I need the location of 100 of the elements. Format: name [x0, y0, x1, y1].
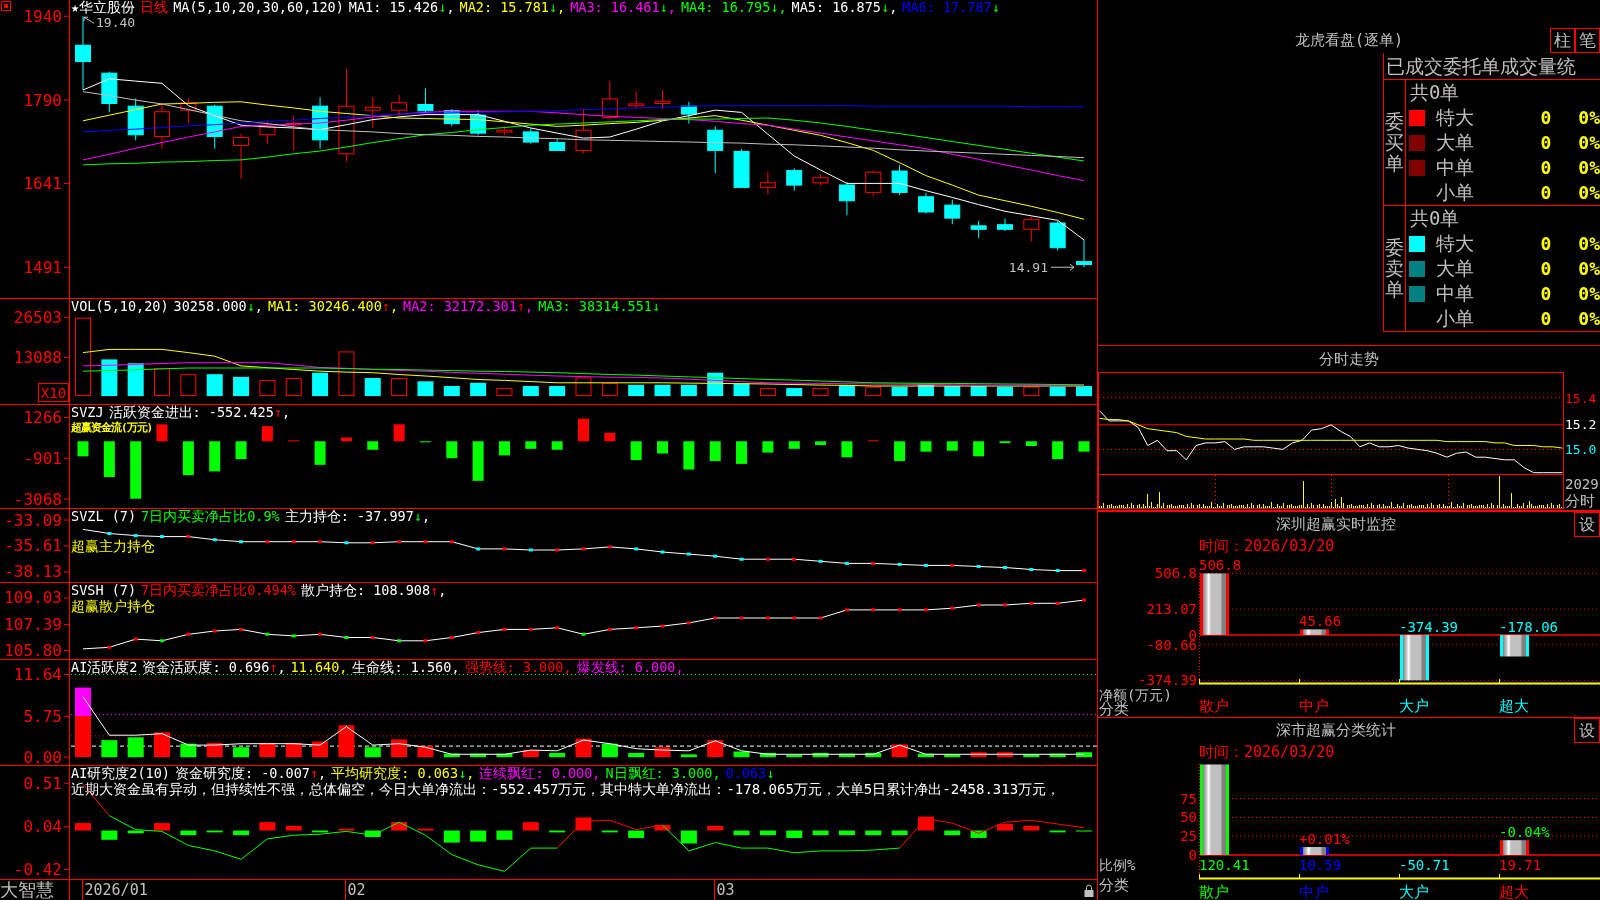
research-bar	[443, 830, 460, 843]
volume-bar	[891, 386, 908, 397]
candle	[233, 133, 250, 180]
research-bar	[1049, 830, 1066, 833]
research-bar	[970, 830, 987, 838]
axis-label: 13088	[13, 347, 62, 367]
panel-title: 深市超赢分类统计	[1275, 720, 1397, 741]
indicator-caption: 超赢资金流(万元)	[71, 420, 153, 436]
candle	[786, 167, 803, 192]
axis-label: 0	[1188, 847, 1197, 863]
volume-bar	[101, 359, 118, 397]
legend-label: MA3: 38314.551↓	[538, 299, 661, 314]
line-marker	[844, 561, 849, 565]
flow-bar	[77, 441, 89, 457]
table-title: 已成交委托单成交量统	[1384, 53, 1600, 80]
line-marker	[765, 616, 770, 620]
volume-bar	[680, 384, 697, 397]
axis-label: -0.42	[13, 859, 62, 879]
axis-label: 50	[1180, 809, 1197, 826]
research-bar	[364, 830, 381, 837]
research-bar	[391, 822, 408, 831]
candle	[575, 108, 592, 154]
legend-label: SVZL (7)	[71, 509, 137, 524]
candle	[470, 109, 487, 136]
order-percent: 0%	[1577, 181, 1600, 205]
research-bar	[496, 830, 513, 840]
activity-bar	[865, 752, 882, 758]
flow-bar	[920, 441, 932, 452]
activity-bar	[1049, 753, 1066, 758]
volume-bar	[443, 386, 460, 397]
flow-bar	[314, 441, 326, 465]
volume-bar	[654, 384, 671, 397]
axis-label: -33.09	[4, 510, 62, 530]
candle	[970, 220, 987, 239]
volume-bar	[1023, 386, 1040, 397]
flow-bar	[578, 418, 589, 442]
line-marker	[607, 545, 612, 549]
flow-bar	[683, 441, 695, 470]
candle	[628, 91, 645, 110]
category-label: 大户	[1399, 697, 1429, 715]
indicator-caption: 近期大资金虽有异动，但持续性不强，总体偏空，今日大单净流出：-552.457万元，其中特大单净流出：-178.065万元，大单5日累计净出-2458.313万元，	[71, 781, 1061, 797]
volume-bar	[154, 368, 171, 397]
axis-label: 0.00	[23, 747, 62, 765]
activity-bar	[101, 740, 118, 758]
research-bar	[101, 830, 118, 840]
flow-bar	[472, 441, 484, 481]
legend-label: ★华立股份	[71, 0, 136, 15]
research-bar	[127, 830, 144, 834]
activity-bar	[996, 752, 1013, 758]
axis-title: 净额(万元)	[1099, 687, 1172, 703]
candle	[364, 96, 381, 129]
candle	[391, 94, 408, 117]
legend-label: 日线	[140, 0, 169, 15]
line-marker	[160, 535, 165, 539]
activity-bar	[575, 738, 592, 758]
panel-title: 深圳超赢实时监控	[1275, 514, 1397, 535]
legend-label: 资金活跃度: 0.696↑,	[142, 660, 286, 675]
line-marker	[133, 637, 138, 641]
research-bar	[549, 830, 566, 833]
price-label: 14.91	[1008, 260, 1048, 276]
line-marker	[976, 564, 981, 568]
line-marker	[765, 557, 770, 561]
legend-label: 30258.000↓,	[173, 299, 263, 314]
axis-label: 1790	[23, 90, 62, 110]
price-label: 19.40	[96, 15, 136, 31]
value-label: 120.41	[1199, 857, 1250, 873]
view-toggle-button[interactable]: 笔	[1575, 28, 1600, 53]
axis-label: 213.07	[1146, 601, 1197, 618]
flow-bar	[498, 441, 510, 456]
activity-bar	[1023, 754, 1040, 758]
line-marker	[212, 629, 217, 633]
candle	[312, 96, 329, 150]
date-label: 02	[347, 881, 366, 899]
line-marker	[291, 540, 296, 544]
settings-button[interactable]: 设	[1574, 718, 1600, 743]
activity-bar	[522, 750, 539, 758]
volume-bar	[522, 386, 539, 397]
panel-title: 龙虎看盘(逐单)	[1293, 30, 1405, 50]
view-toggle-button[interactable]: 柱	[1550, 28, 1575, 53]
line-marker	[581, 547, 586, 551]
line-marker	[818, 559, 823, 563]
line-marker	[502, 627, 507, 631]
legend-label: MA5: 16.875↓,	[791, 0, 898, 15]
research-bar	[75, 823, 91, 831]
line-marker	[476, 547, 481, 551]
line-marker	[871, 561, 876, 565]
axis-label: 25	[1180, 828, 1197, 845]
axis-label: 15.0	[1565, 442, 1597, 458]
axis-label: 0.51	[23, 773, 62, 793]
order-percent: 0%	[1577, 232, 1600, 256]
settings-button[interactable]: 设	[1574, 512, 1600, 537]
axis-label: 15.4	[1565, 390, 1597, 406]
legend-label: 11.640,	[290, 660, 348, 675]
legend-label: N日飘红: 3.000,	[605, 766, 721, 781]
line-marker	[397, 639, 402, 643]
order-total: 共0单	[1409, 206, 1461, 231]
research-bar	[865, 830, 882, 836]
candle	[654, 89, 671, 110]
activity-bar	[338, 725, 355, 758]
legend-label: AI活跃度2	[71, 660, 138, 675]
